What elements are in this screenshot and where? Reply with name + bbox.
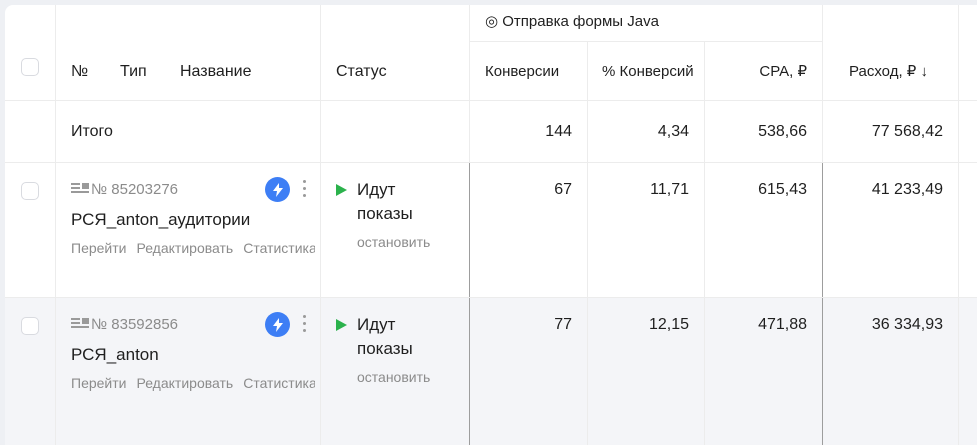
- stop-link[interactable]: остановить: [357, 232, 430, 252]
- stop-link[interactable]: остановить: [357, 367, 430, 387]
- totals-label: Итого: [71, 123, 113, 140]
- autostrategy-bolt-icon[interactable]: [265, 312, 290, 337]
- campaigns-table: № Тип Название Статус ◎ Отправка формы J…: [5, 5, 977, 445]
- campaign-type-icon: [71, 183, 89, 193]
- campaign-id: № 85203276: [91, 181, 178, 198]
- header-spend[interactable]: Расход, ₽ ↓: [849, 62, 928, 82]
- status-line2: показы: [357, 204, 413, 223]
- row-conversions: 67: [554, 181, 572, 198]
- header-status[interactable]: Статус: [336, 62, 387, 82]
- campaign-links: Перейти Редактировать Статистика: [71, 238, 315, 258]
- totals-spend: 77 568,42: [871, 123, 943, 140]
- totals-conversions: 144: [545, 123, 572, 140]
- row-spend: 36 334,93: [871, 316, 943, 333]
- link-stats[interactable]: Статистика: [243, 240, 315, 256]
- totals-conversion-pct: 4,34: [657, 123, 689, 140]
- totals-cpa: 538,66: [758, 123, 807, 140]
- campaign-name[interactable]: РСЯ_anton: [71, 345, 159, 365]
- row-spend: 41 233,49: [871, 181, 943, 198]
- status-line2: показы: [357, 339, 413, 358]
- campaign-id: № 83592856: [91, 316, 178, 333]
- row-conversion-pct: 11,71: [650, 181, 689, 198]
- header-conversions[interactable]: Конверсии: [485, 62, 559, 82]
- header-type[interactable]: Тип: [120, 62, 147, 82]
- header-number[interactable]: №: [71, 62, 88, 82]
- select-all-checkbox[interactable]: [21, 58, 39, 76]
- link-go[interactable]: Перейти: [71, 240, 126, 256]
- row-checkbox[interactable]: [21, 317, 39, 335]
- row-checkbox[interactable]: [21, 182, 39, 200]
- campaign-links: Перейти Редактировать Статистика: [71, 373, 315, 393]
- header-name[interactable]: Название: [180, 62, 252, 82]
- status-line1: Идут: [357, 315, 396, 334]
- link-edit[interactable]: Редактировать: [136, 375, 233, 391]
- row-cpa: 615,43: [758, 181, 807, 198]
- status-line1: Идут: [357, 180, 396, 199]
- row-menu-kebab-icon[interactable]: [303, 180, 307, 200]
- play-status-icon: [336, 184, 347, 196]
- row-conversion-pct: 12,15: [648, 316, 689, 333]
- header-conversion-pct[interactable]: % Конверсий: [602, 62, 702, 82]
- autostrategy-bolt-icon[interactable]: [265, 177, 290, 202]
- header-cpa[interactable]: CPA, ₽: [705, 62, 807, 82]
- campaign-name[interactable]: РСЯ_anton_аудитории: [71, 210, 250, 230]
- row-cpa: 471,88: [758, 316, 807, 333]
- link-go[interactable]: Перейти: [71, 375, 126, 391]
- link-stats[interactable]: Статистика: [243, 375, 315, 391]
- link-edit[interactable]: Редактировать: [136, 240, 233, 256]
- campaign-type-icon: [71, 318, 89, 328]
- goal-group-header[interactable]: ◎ Отправка формы Java: [485, 12, 659, 32]
- row-menu-kebab-icon[interactable]: [303, 315, 307, 335]
- play-status-icon: [336, 319, 347, 331]
- row-conversions: 77: [554, 316, 572, 333]
